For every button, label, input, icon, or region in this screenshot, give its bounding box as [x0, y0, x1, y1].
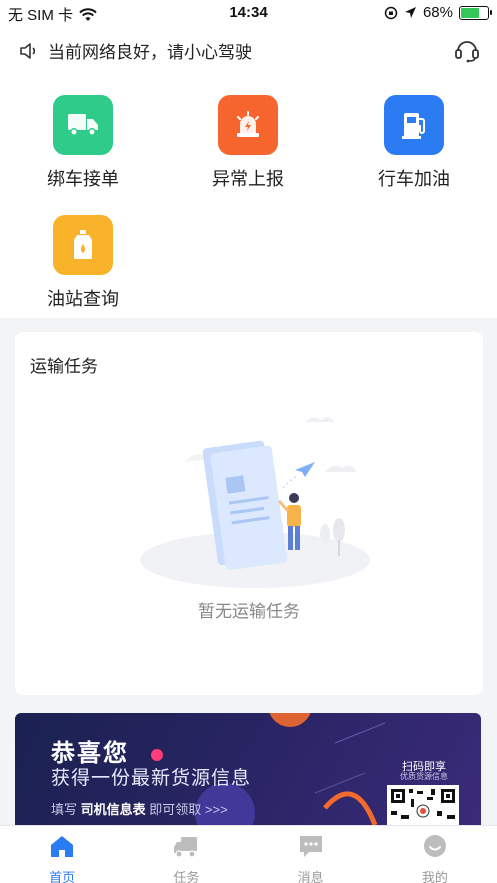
card-title: 运输任务 — [30, 357, 98, 376]
feature-label: 绑车接单 — [47, 169, 119, 189]
feature-tile — [218, 95, 278, 155]
oil-can-icon — [74, 230, 92, 259]
banner-fill-highlight[interactable]: 司机信息表 — [81, 802, 146, 817]
tab-label: 首页 — [49, 870, 76, 883]
top-section: 当前网络良好，请小心驾驶 绑车接单 异常上报 行车加油 油站查询 — [0, 26, 497, 318]
message-icon — [299, 836, 322, 857]
transport-task-card: 运输任务 暂无运输任务 — [15, 332, 483, 695]
qr-subtitle: 优质货源信息 — [400, 772, 448, 781]
notice-text: 当前网络良好，请小心驾驶 — [48, 43, 252, 62]
feature-label: 异常上报 — [212, 169, 284, 189]
tab-home[interactable]: 首页 — [0, 826, 124, 883]
promo-banner[interactable]: 恭喜您 获得一份最新货源信息 填写 司机信息表 即可领取 >>> 扫码即享 优质… — [15, 713, 481, 825]
feature-refuel[interactable]: 行车加油 — [359, 95, 469, 191]
tab-mine[interactable]: 我的 — [373, 826, 497, 883]
fuel-pump-icon — [402, 113, 425, 139]
status-bar: 无 SIM 卡 14:34 68% — [0, 0, 497, 26]
banner-subtitle: 获得一份最新货源信息 — [51, 768, 252, 789]
orientation-lock-icon — [384, 6, 398, 19]
banner-fill-suffix: 即可领取 >>> — [149, 802, 228, 817]
qr-pattern — [391, 789, 455, 819]
feature-report-exception[interactable]: 异常上报 — [193, 95, 303, 191]
status-right: 68% — [384, 4, 492, 21]
bottom-tab-bar: 首页 任务 消息 我的 — [0, 825, 497, 883]
home-icon — [51, 836, 74, 857]
tab-messages[interactable]: 消息 — [249, 826, 373, 883]
feature-tile — [384, 95, 444, 155]
alarm-icon — [237, 111, 259, 137]
truck-icon — [174, 837, 198, 858]
tab-label: 消息 — [297, 870, 324, 883]
feature-tile — [53, 95, 113, 155]
battery-percent: 68% — [422, 4, 453, 21]
qr-code — [387, 785, 459, 825]
battery-icon — [459, 5, 492, 20]
headset-icon[interactable] — [453, 36, 481, 64]
speaker-icon — [20, 42, 36, 59]
feature-tile — [53, 215, 113, 275]
truck-icon — [68, 114, 98, 136]
empty-state-text: 暂无运输任务 — [198, 602, 300, 621]
banner-action-text: 填写 司机信息表 即可领取 >>> — [51, 799, 228, 818]
tab-tasks[interactable]: 任务 — [124, 826, 248, 883]
location-arrow-icon — [404, 7, 416, 18]
feature-station-search[interactable]: 油站查询 — [28, 215, 138, 311]
tab-label: 任务 — [173, 870, 200, 883]
feature-label: 行车加油 — [378, 169, 450, 189]
network-notice: 当前网络良好，请小心驾驶 — [18, 38, 252, 63]
feature-bind-truck[interactable]: 绑车接单 — [28, 95, 138, 191]
tab-label: 我的 — [421, 870, 448, 883]
feature-label: 油站查询 — [47, 289, 119, 309]
smile-icon — [423, 835, 446, 857]
empty-state-illustration — [140, 417, 370, 588]
battery-fill — [461, 7, 479, 18]
banner-fill-prefix: 填写 — [51, 802, 78, 817]
